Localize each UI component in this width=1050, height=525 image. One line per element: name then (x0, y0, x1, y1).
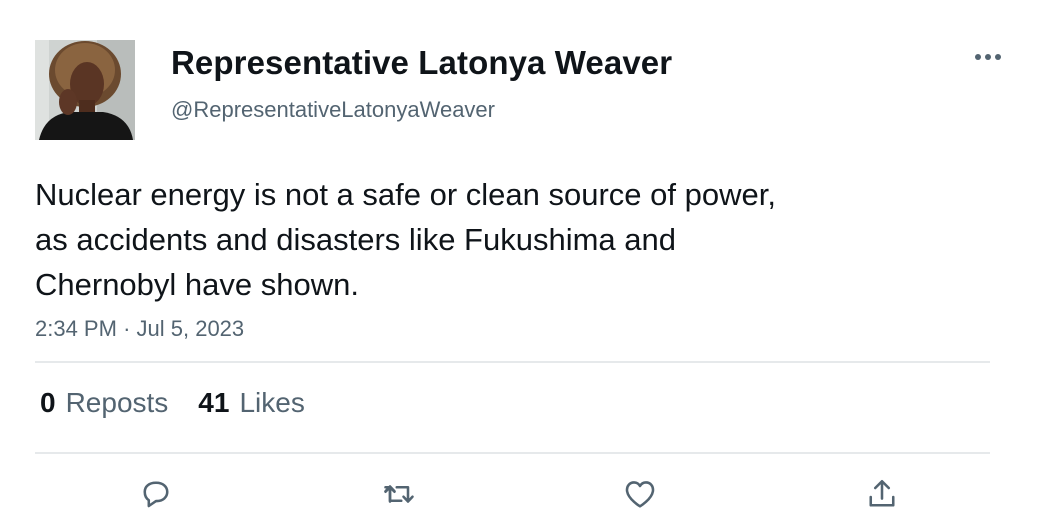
likes-count: 41 (198, 387, 230, 418)
more-dots-icon (975, 54, 1001, 60)
repost-icon (384, 485, 414, 503)
reply-button[interactable] (134, 472, 178, 516)
divider (35, 361, 990, 363)
author-handle[interactable]: @RepresentativeLatonyaWeaver (171, 97, 495, 123)
post-text-line: Nuclear energy is not a safe or clean so… (35, 177, 776, 212)
reposts-stat[interactable]: 0 Reposts (40, 387, 168, 419)
post-timestamp[interactable]: 2:34 PM · Jul 5, 2023 (35, 316, 244, 342)
like-button[interactable] (618, 472, 662, 516)
heart-icon (625, 481, 655, 508)
avatar[interactable] (35, 40, 135, 140)
post-date: Jul 5, 2023 (136, 316, 245, 341)
reposts-count: 0 (40, 387, 56, 418)
post-text-line: as accidents and disasters like Fukushim… (35, 222, 676, 257)
more-options-button[interactable] (966, 42, 1010, 72)
timestamp-separator: · (123, 316, 131, 341)
avatar-photo (35, 40, 135, 140)
post-text-line: Chernobyl have shown. (35, 267, 359, 302)
repost-button[interactable] (377, 472, 421, 516)
likes-label: Likes (239, 387, 305, 418)
share-icon (869, 479, 895, 507)
post-text: Nuclear energy is not a safe or clean so… (35, 172, 935, 307)
author-name[interactable]: Representative Latonya Weaver (171, 44, 672, 82)
reposts-label: Reposts (65, 387, 169, 418)
reply-icon (143, 481, 169, 508)
engagement-stats: 0 Reposts 41 Likes (40, 387, 335, 419)
divider (35, 452, 990, 454)
share-button[interactable] (860, 472, 904, 516)
likes-stat[interactable]: 41 Likes (198, 387, 305, 419)
post-time: 2:34 PM (35, 316, 117, 341)
